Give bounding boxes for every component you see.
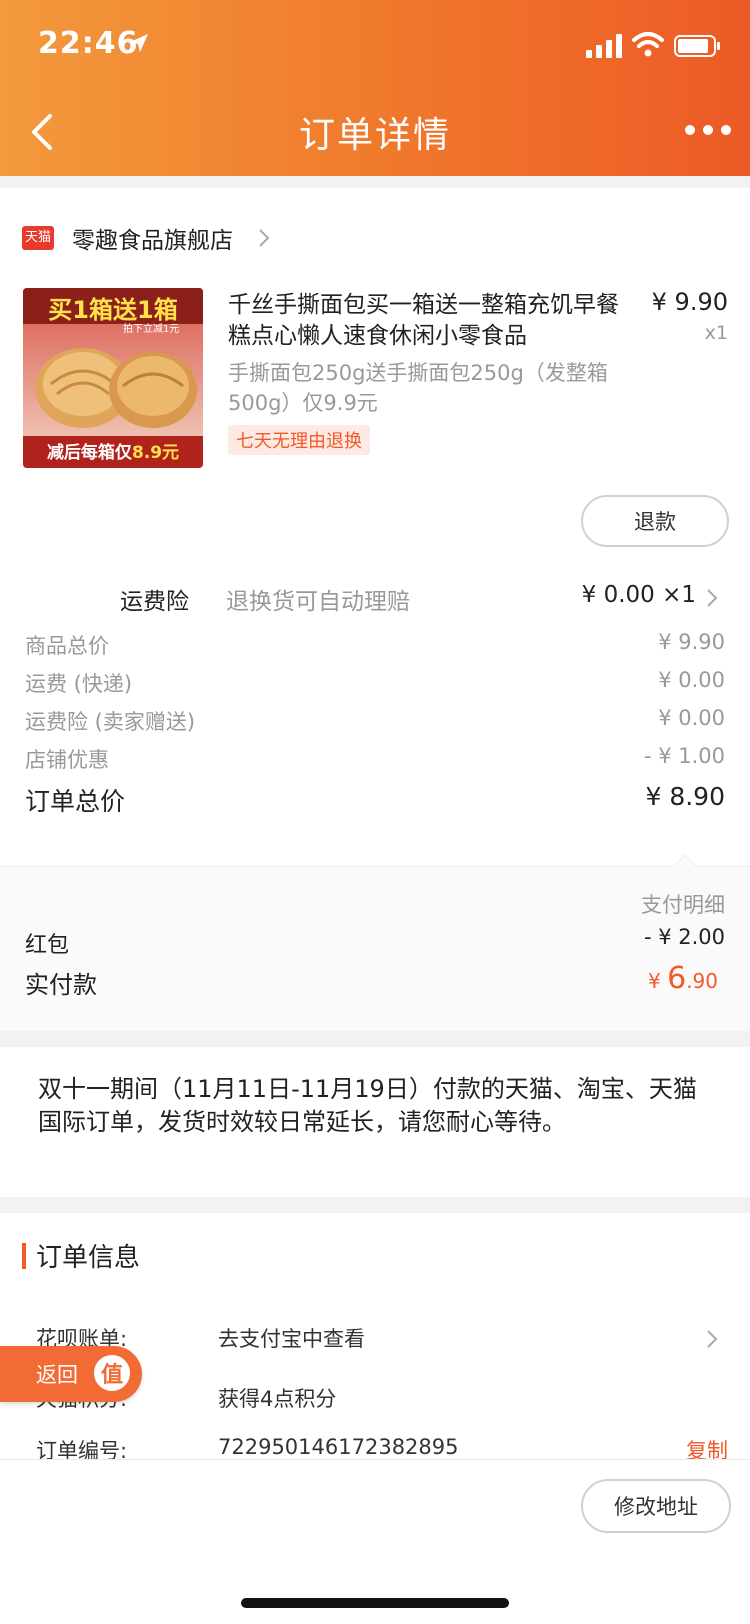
price-label: 店铺优惠 [25, 748, 109, 772]
divider [0, 1459, 750, 1460]
chevron-right-icon [259, 229, 270, 247]
copy-order-number-link[interactable]: 复制 [686, 1435, 728, 1465]
price-label: 运费 (快递) [25, 672, 133, 696]
battery-icon [674, 35, 720, 57]
section-accent-bar [22, 1243, 26, 1269]
product-price: ¥ 9.90 [651, 288, 728, 316]
price-label: 商品总价 [25, 634, 109, 658]
modify-address-button[interactable]: 修改地址 [581, 1479, 731, 1533]
location-arrow-icon [130, 34, 148, 52]
insurance-label: 运费险 [120, 589, 189, 615]
order-number: 722950146172382895 [218, 1435, 459, 1459]
info-key: 订单编号: [36, 1439, 128, 1463]
product-title[interactable]: 千丝手撕面包买一箱送一整箱充饥早餐糕点心懒人速食休闲小零食品 [228, 290, 628, 352]
payment-detail-panel: 支付明细 红包 - ¥ 2.00 实付款 ¥ 6.90 [0, 854, 750, 1031]
image-banner-sub: 拍下立减1元 [123, 324, 180, 335]
red-packet-value: - ¥ 2.00 [643, 925, 725, 949]
image-banner-bottom-price: 8.9元 [131, 443, 180, 463]
order-card: 天猫 零趣食品旗舰店 买1箱送1箱 拍下立减1元 减后每箱仅8.9元 千丝手撕面… [0, 188, 750, 1031]
info-row-order-number: 订单编号: 722950146172382895 复制 [0, 1435, 750, 1475]
order-total-label: 订单总价 [25, 787, 126, 816]
paid-symbol: ¥ [648, 969, 668, 993]
product-quantity: x1 [704, 322, 728, 344]
refund-button[interactable]: 退款 [581, 495, 729, 547]
caret-up-icon [672, 854, 698, 868]
image-banner-bottom-prefix: 减后每箱仅 [46, 443, 132, 463]
product-spec: 手撕面包250g送手撕面包250g（发整箱500g）仅9.9元 [228, 361, 608, 415]
insurance-price: ¥ 0.00 ×1 [581, 582, 696, 608]
info-value: 去支付宝中查看 [218, 1327, 365, 1351]
insurance-desc: 退换货可自动理赔 [226, 589, 410, 615]
paid-amount-label: 实付款 [25, 971, 97, 999]
return-policy-tag: 七天无理由退换 [228, 425, 370, 455]
order-info-section: 订单信息 花呗账单: 去支付宝中查看 天猫积分: 获得4点积分 订单编号: 72… [0, 1213, 750, 1624]
image-banner-bottom: 减后每箱仅8.9元 [23, 438, 203, 463]
red-packet-label: 红包 [25, 933, 70, 958]
wifi-icon [632, 32, 664, 57]
price-label: 运费险 (卖家赠送) [25, 710, 196, 734]
floating-back-button[interactable]: 返回 值 [0, 1346, 142, 1402]
chevron-right-icon [707, 589, 718, 607]
tmall-logo-icon: 天猫 [22, 226, 54, 250]
zhi-badge-icon: 值 [92, 1353, 132, 1393]
paid-decimal: .90 [686, 969, 718, 993]
price-value: - ¥ 1.00 [643, 744, 725, 768]
price-value: ¥ 9.90 [658, 630, 725, 654]
product-image[interactable]: 买1箱送1箱 拍下立减1元 减后每箱仅8.9元 [23, 288, 203, 468]
status-time: 22:46 [38, 26, 139, 61]
info-value: 获得4点积分 [218, 1387, 337, 1411]
payment-detail-label: 支付明细 [641, 893, 725, 917]
signal-icon [586, 34, 622, 58]
paid-amount-value: ¥ 6.90 [648, 961, 718, 996]
shipping-notice: 双十一期间（11月11日-11月19日）付款的天猫、淘宝、天猫国际订单，发货时效… [0, 1047, 750, 1197]
paid-integer: 6 [667, 961, 687, 996]
more-dots-icon[interactable] [684, 124, 732, 136]
notice-text: 双十一期间（11月11日-11月19日）付款的天猫、淘宝、天猫国际订单，发货时效… [38, 1075, 697, 1136]
app-header: 22:46 订单详情 [0, 0, 750, 176]
order-total-value: ¥ 8.90 [645, 782, 725, 811]
home-indicator[interactable] [241, 1598, 509, 1608]
section-title: 订单信息 [36, 1243, 141, 1273]
price-value: ¥ 0.00 [658, 668, 725, 692]
price-value: ¥ 0.00 [658, 706, 725, 730]
store-row[interactable]: 天猫 零趣食品旗舰店 [22, 218, 271, 258]
shipping-insurance-row[interactable]: 运费险 退换货可自动理赔 ¥ 0.00 ×1 [0, 578, 750, 622]
floating-back-label: 返回 [36, 1363, 78, 1387]
chevron-right-icon [707, 1330, 718, 1348]
store-name[interactable]: 零趣食品旗舰店 [72, 221, 233, 255]
page-title: 订单详情 [298, 115, 451, 156]
